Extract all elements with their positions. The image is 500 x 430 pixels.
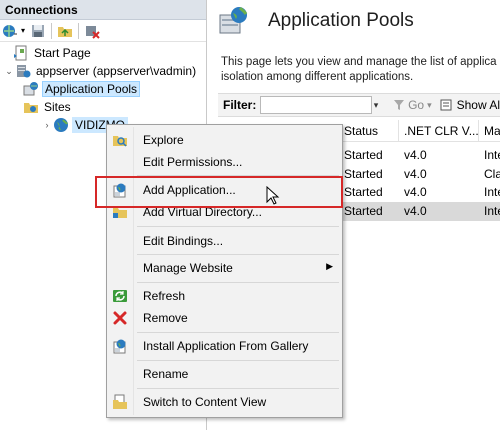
explore-icon [112, 132, 128, 148]
expand-chevron-icon[interactable]: › [42, 120, 52, 130]
go-dropdown-icon[interactable]: ▾ [427, 100, 432, 111]
description-line: isolation among different applications. [221, 71, 414, 83]
tree-item-label: Sites [44, 100, 71, 114]
cell-status: Started [344, 204, 383, 218]
funnel-icon [394, 100, 405, 110]
menu-separator [137, 226, 339, 227]
cell-mode: Inte [484, 185, 500, 199]
save-icon[interactable] [30, 23, 46, 39]
start-page-icon [13, 45, 29, 61]
filter-input[interactable] [260, 96, 372, 114]
disconnect-icon[interactable] [84, 23, 100, 39]
column-header-clr[interactable]: .NET CLR V... [404, 124, 479, 138]
cell-status: Started [344, 148, 383, 162]
cell-status: Started [344, 167, 383, 181]
menu-item-rename[interactable]: Rename [108, 363, 341, 385]
menu-separator [137, 388, 339, 389]
show-all-icon [440, 99, 452, 111]
menu-item-label: Switch to Content View [143, 395, 267, 409]
sites-folder-icon [23, 99, 39, 115]
show-all-button[interactable]: Show Al [440, 98, 500, 112]
toolbar-separator [78, 22, 79, 39]
server-icon [15, 63, 31, 79]
gallery-icon [112, 338, 128, 354]
filter-dropdown-icon[interactable]: ▾ [374, 100, 385, 111]
menu-item-install-from-gallery[interactable]: Install Application From Gallery [108, 335, 341, 357]
go-label: Go [408, 98, 425, 112]
menu-item-label: Install Application From Gallery [143, 339, 309, 353]
toolbar-separator [51, 22, 52, 39]
app-pools-title-icon [218, 5, 250, 37]
show-all-label: Show Al [456, 98, 500, 112]
menu-item-label: Explore [143, 133, 184, 147]
tree-item-label: Start Page [34, 46, 91, 60]
menu-item-explore[interactable]: Explore [108, 129, 341, 151]
tree-item-start-page[interactable]: Start Page [12, 44, 93, 62]
menu-item-refresh[interactable]: Refresh [108, 285, 341, 307]
globe-icon [53, 117, 69, 133]
connect-globe-icon[interactable] [2, 23, 18, 39]
menu-separator [137, 254, 339, 255]
page-description: This page lets you view and manage the l… [221, 55, 500, 85]
column-divider[interactable] [478, 120, 479, 142]
menu-item-edit-permissions[interactable]: Edit Permissions... [108, 151, 341, 173]
cell-clr: v4.0 [404, 185, 427, 199]
page-title: Application Pools [268, 10, 414, 31]
menu-item-label: Manage Website [143, 261, 233, 275]
app-pools-icon [23, 81, 39, 97]
menu-item-label: Remove [143, 311, 188, 325]
refresh-icon [112, 288, 128, 304]
menu-item-edit-bindings[interactable]: Edit Bindings... [108, 230, 341, 252]
tree-item-sites[interactable]: Sites [22, 98, 73, 116]
menu-item-label: Edit Bindings... [143, 234, 224, 248]
tree-item-label: appserver (appserver\vadmin) [36, 64, 197, 78]
remove-icon [112, 310, 128, 326]
menu-item-switch-to-content-view[interactable]: Switch to Content View [108, 391, 341, 413]
menu-separator [137, 332, 339, 333]
cell-clr: v4.0 [404, 148, 427, 162]
menu-separator [137, 360, 339, 361]
column-header-mode[interactable]: Ma [484, 124, 500, 138]
menu-item-label: Edit Permissions... [143, 155, 243, 169]
up-level-icon[interactable] [57, 23, 73, 39]
menu-item-label: Refresh [143, 289, 186, 303]
content-view-icon [112, 394, 128, 410]
column-divider[interactable] [398, 120, 399, 142]
context-menu: Explore Edit Permissions... Add Applicat… [106, 124, 343, 418]
collapse-chevron-icon[interactable]: ⌄ [4, 66, 14, 77]
mouse-cursor-icon [266, 185, 280, 209]
filter-bar: Filter: ▾ Go ▾ Show Al [218, 93, 500, 117]
connections-header: Connections [0, 0, 206, 20]
cell-clr: v4.0 [404, 204, 427, 218]
go-button[interactable]: Go ▾ [393, 98, 432, 112]
connections-toolbar: ▾ [0, 20, 206, 42]
filter-label: Filter: [223, 98, 257, 112]
menu-separator [137, 282, 339, 283]
cell-status: Started [344, 185, 383, 199]
connect-dropdown-icon[interactable]: ▾ [21, 26, 27, 35]
cell-clr: v4.0 [404, 167, 427, 181]
cell-mode: Inte [484, 204, 500, 218]
description-line: This page lets you view and manage the l… [221, 56, 497, 68]
submenu-arrow-icon: ▶ [326, 261, 333, 271]
tree-item-label: Application Pools [42, 81, 141, 97]
cell-mode: Cla [484, 167, 500, 181]
highlight-box [95, 176, 343, 208]
menu-item-remove[interactable]: Remove [108, 307, 341, 329]
tree-item-application-pools[interactable]: Application Pools [22, 80, 141, 98]
menu-item-manage-website[interactable]: Manage Website ▶ [108, 257, 341, 279]
column-header-status[interactable]: Status [344, 124, 378, 138]
tree-item-server[interactable]: ⌄ appserver (appserver\vadmin) [4, 62, 198, 80]
menu-item-label: Rename [143, 367, 189, 381]
cell-mode: Inte [484, 148, 500, 162]
